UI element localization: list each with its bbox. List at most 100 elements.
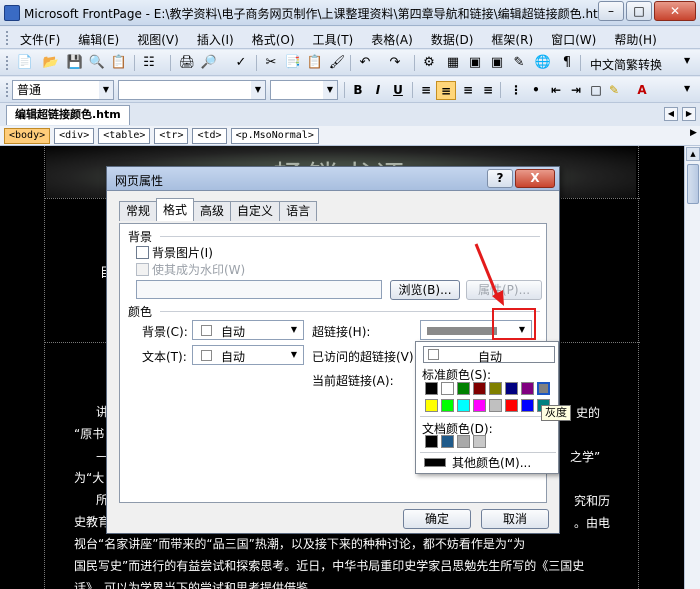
font-select[interactable]: ▼ [118,80,266,100]
insert-layer-icon[interactable]: ▣ [466,54,484,72]
color-swatch[interactable] [473,399,486,412]
publish-icon[interactable]: ☷ [140,54,158,72]
tab-scroll-right-icon[interactable]: ▶ [682,107,696,121]
font-color-button[interactable]: A [632,81,652,100]
format-painter-icon[interactable]: 🖌 [328,54,346,72]
ok-button[interactable]: 确定 [403,509,471,529]
color-swatch[interactable] [425,399,438,412]
color-swatch[interactable] [489,382,502,395]
align-right-icon[interactable]: ≡ [458,81,478,100]
menu-insert[interactable]: 插入(I) [197,31,234,48]
text-color-select[interactable]: 自动 ▼ [192,345,304,365]
toolbar-grip[interactable] [6,31,9,45]
vertical-scrollbar[interactable]: ▲ [684,146,700,589]
menu-help[interactable]: 帮助(H) [614,31,656,48]
italic-button[interactable]: I [368,81,388,100]
minimize-button[interactable]: – [598,1,624,21]
hyperlink-icon[interactable]: 🌐 [534,54,552,72]
redo-icon[interactable]: ↷ [386,54,404,72]
tab-formatting[interactable]: 格式 [156,198,195,221]
browse-button[interactable]: 浏览(B)... [390,280,460,300]
copy-page-icon[interactable]: 📋 [110,54,128,72]
bold-button[interactable]: B [348,81,368,100]
tab-general[interactable]: 常规 [119,201,158,221]
dialog-close-button[interactable]: X [515,169,555,188]
menu-format[interactable]: 格式(O) [252,31,295,48]
color-swatch[interactable] [441,382,454,395]
scroll-thumb[interactable] [687,164,699,204]
tab-language[interactable]: 语言 [279,201,318,221]
color-swatch[interactable] [457,435,470,448]
color-swatch[interactable] [521,399,534,412]
insert-table-icon[interactable]: ▦ [444,54,462,72]
border-icon[interactable]: □ [586,81,606,100]
web-component-icon[interactable]: ⚙ [420,54,438,72]
align-center-icon[interactable]: ≡ [436,81,456,100]
cut-icon[interactable]: ✂ [262,54,280,72]
tag-table[interactable]: <table> [98,128,151,144]
menu-tools[interactable]: 工具(T) [313,31,354,48]
open-folder-icon[interactable]: 📂 [42,54,60,72]
maximize-button[interactable]: □ [626,1,652,21]
menu-data[interactable]: 数据(D) [431,31,474,48]
menu-view[interactable]: 视图(V) [137,31,179,48]
color-swatch[interactable] [473,435,486,448]
numbered-list-icon[interactable]: ⋮ [506,81,526,100]
tag-td[interactable]: <td> [192,128,227,144]
background-color-select[interactable]: 自动 ▼ [192,320,304,340]
color-swatch[interactable] [425,382,438,395]
translate-label[interactable]: 中文简繁转换 [590,56,662,73]
tab-scroll-left-icon[interactable]: ◀ [664,107,678,121]
color-swatch[interactable] [457,382,470,395]
tag-div[interactable]: <div> [54,128,95,144]
insert-picture-icon[interactable]: ▣ [488,54,506,72]
color-swatch[interactable] [537,382,550,395]
cancel-button[interactable]: 取消 [481,509,549,529]
justify-icon[interactable]: ≡ [478,81,498,100]
tag-p[interactable]: <p.MsoNormal> [230,128,319,144]
drawing-icon[interactable]: ✎ [510,54,528,72]
decrease-indent-icon[interactable]: ⇤ [546,81,566,100]
tab-advanced[interactable]: 高级 [193,201,232,221]
color-swatch[interactable] [441,399,454,412]
menu-window[interactable]: 窗口(W) [551,31,596,48]
undo-icon[interactable]: ↶ [356,54,374,72]
tag-body[interactable]: <body> [4,128,51,144]
color-swatch[interactable] [505,382,518,395]
bullet-list-icon[interactable]: • [526,81,546,100]
color-swatch[interactable] [521,382,534,395]
help-button[interactable]: ? [487,169,513,188]
paste-icon[interactable]: 📋 [306,54,324,72]
tab-custom[interactable]: 自定义 [230,201,281,221]
size-select[interactable]: ▼ [270,80,338,100]
menu-file[interactable]: 文件(F) [20,31,60,48]
close-window-button[interactable]: ✕ [654,1,696,21]
menu-table[interactable]: 表格(A) [371,31,413,48]
tag-tr[interactable]: <tr> [154,128,189,144]
tab-document[interactable]: 编辑超链接颜色.htm [6,105,130,125]
save-icon[interactable]: 💾 [66,54,84,72]
automatic-color-option[interactable]: 自动 [423,346,555,364]
align-left-icon[interactable]: ≡ [416,81,436,100]
dialog-title-bar[interactable]: 网页属性 ? X [107,167,559,191]
color-swatch[interactable] [505,399,518,412]
toolbar-options-icon[interactable]: ▼ [684,56,690,65]
watermark-checkbox[interactable] [136,263,149,276]
spelling-icon[interactable]: ✓ [232,54,250,72]
print-icon[interactable]: 🖨 [178,54,196,72]
highlight-icon[interactable]: ✎ [604,81,624,100]
show-all-icon[interactable]: ¶ [558,54,576,72]
copy-icon[interactable]: 📑 [284,54,302,72]
increase-indent-icon[interactable]: ⇥ [566,81,586,100]
color-swatch[interactable] [489,399,502,412]
style-select[interactable]: 普通 ▼ [12,80,114,100]
search-icon[interactable]: 🔍 [88,54,106,72]
background-image-path-input[interactable] [136,280,382,299]
underline-button[interactable]: U [388,81,408,100]
more-colors-option[interactable]: 其他颜色(M)... [452,454,531,471]
color-swatch[interactable] [425,435,438,448]
menu-frames[interactable]: 框架(R) [491,31,533,48]
toolbar-options-icon[interactable]: ▼ [684,84,690,93]
color-swatch[interactable] [441,435,454,448]
new-page-icon[interactable]: 📄 [16,54,34,72]
